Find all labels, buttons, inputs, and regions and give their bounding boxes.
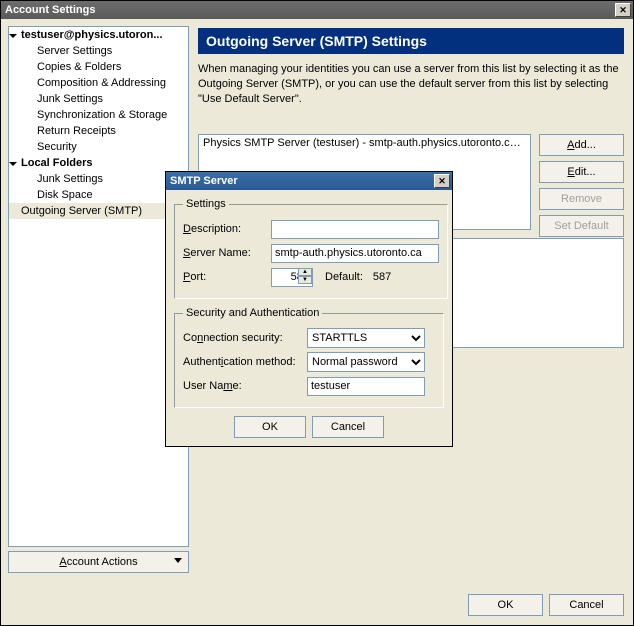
security-group: Security and Authentication Connection s… (174, 307, 444, 408)
connection-security-label: Connection security: (183, 332, 307, 344)
auth-method-select[interactable]: Normal password (307, 352, 425, 372)
smtp-server-dialog: SMTP Server ✕ Settings Description: Serv… (165, 171, 453, 447)
tree-local-junk[interactable]: Junk Settings (9, 171, 188, 187)
edit-button[interactable]: Edit... (539, 161, 624, 183)
description-label: Description: (183, 223, 271, 235)
server-name-input[interactable] (271, 244, 439, 263)
main-title: Account Settings (5, 4, 95, 16)
username-input[interactable] (307, 377, 425, 396)
side-buttons: Add... Edit... Remove Set Default (539, 134, 624, 242)
tree-return-receipts[interactable]: Return Receipts (9, 123, 188, 139)
account-tree[interactable]: testuser@physics.utoron... Server Settin… (8, 26, 189, 547)
description-input[interactable] (271, 220, 439, 239)
auth-method-label: Authentication method: (183, 356, 307, 368)
tree-copies-folders[interactable]: Copies & Folders (9, 59, 188, 75)
tree-sync-storage[interactable]: Synchronization & Storage (9, 107, 188, 123)
tree-server-settings[interactable]: Server Settings (9, 43, 188, 59)
close-icon[interactable]: ✕ (434, 174, 450, 188)
remove-button: Remove (539, 188, 624, 210)
cancel-button[interactable]: Cancel (549, 594, 624, 616)
port-label: Port: (183, 271, 271, 283)
tree-smtp[interactable]: Outgoing Server (SMTP) (9, 203, 188, 219)
ok-button[interactable]: OK (234, 416, 306, 438)
tree-account[interactable]: testuser@physics.utoron... (9, 27, 188, 43)
smtp-dialog-buttons: OK Cancel (174, 416, 444, 438)
ok-button[interactable]: OK (468, 594, 543, 616)
connection-security-select[interactable]: STARTTLS (307, 328, 425, 348)
page-description: When managing your identities you can us… (198, 62, 624, 107)
cancel-button[interactable]: Cancel (312, 416, 384, 438)
tree-local-disk[interactable]: Disk Space (9, 187, 188, 203)
tree-security[interactable]: Security (9, 139, 188, 155)
port-stepper[interactable]: ▲▼ (271, 268, 313, 287)
set-default-button: Set Default (539, 215, 624, 237)
smtp-title: SMTP Server (170, 175, 238, 187)
tree-composition[interactable]: Composition & Addressing (9, 75, 188, 91)
list-item[interactable]: Physics SMTP Server (testuser) - smtp-au… (199, 135, 530, 151)
smtp-titlebar: SMTP Server ✕ (166, 172, 452, 190)
security-legend: Security and Authentication (183, 307, 322, 319)
chevron-down-icon (174, 558, 182, 563)
main-titlebar: Account Settings ✕ (1, 1, 633, 19)
port-default-value: 587 (373, 271, 391, 283)
server-name-label: Server Name: (183, 247, 271, 259)
tree-junk-settings[interactable]: Junk Settings (9, 91, 188, 107)
chevron-down-icon[interactable]: ▼ (298, 276, 312, 284)
port-default-label: Default: (325, 271, 363, 283)
smtp-body: Settings Description: Server Name: Port:… (166, 190, 452, 446)
close-icon[interactable]: ✕ (615, 3, 631, 17)
account-actions-button[interactable]: Account Actions (8, 551, 189, 573)
settings-group: Settings Description: Server Name: Port:… (174, 198, 448, 299)
chevron-up-icon[interactable]: ▲ (298, 268, 312, 276)
settings-legend: Settings (183, 198, 229, 210)
add-button[interactable]: Add... (539, 134, 624, 156)
tree-local-folders[interactable]: Local Folders (9, 155, 188, 171)
main-dialog-buttons: OK Cancel (468, 594, 624, 616)
page-title: Outgoing Server (SMTP) Settings (198, 28, 624, 54)
username-label: User Name: (183, 380, 307, 392)
